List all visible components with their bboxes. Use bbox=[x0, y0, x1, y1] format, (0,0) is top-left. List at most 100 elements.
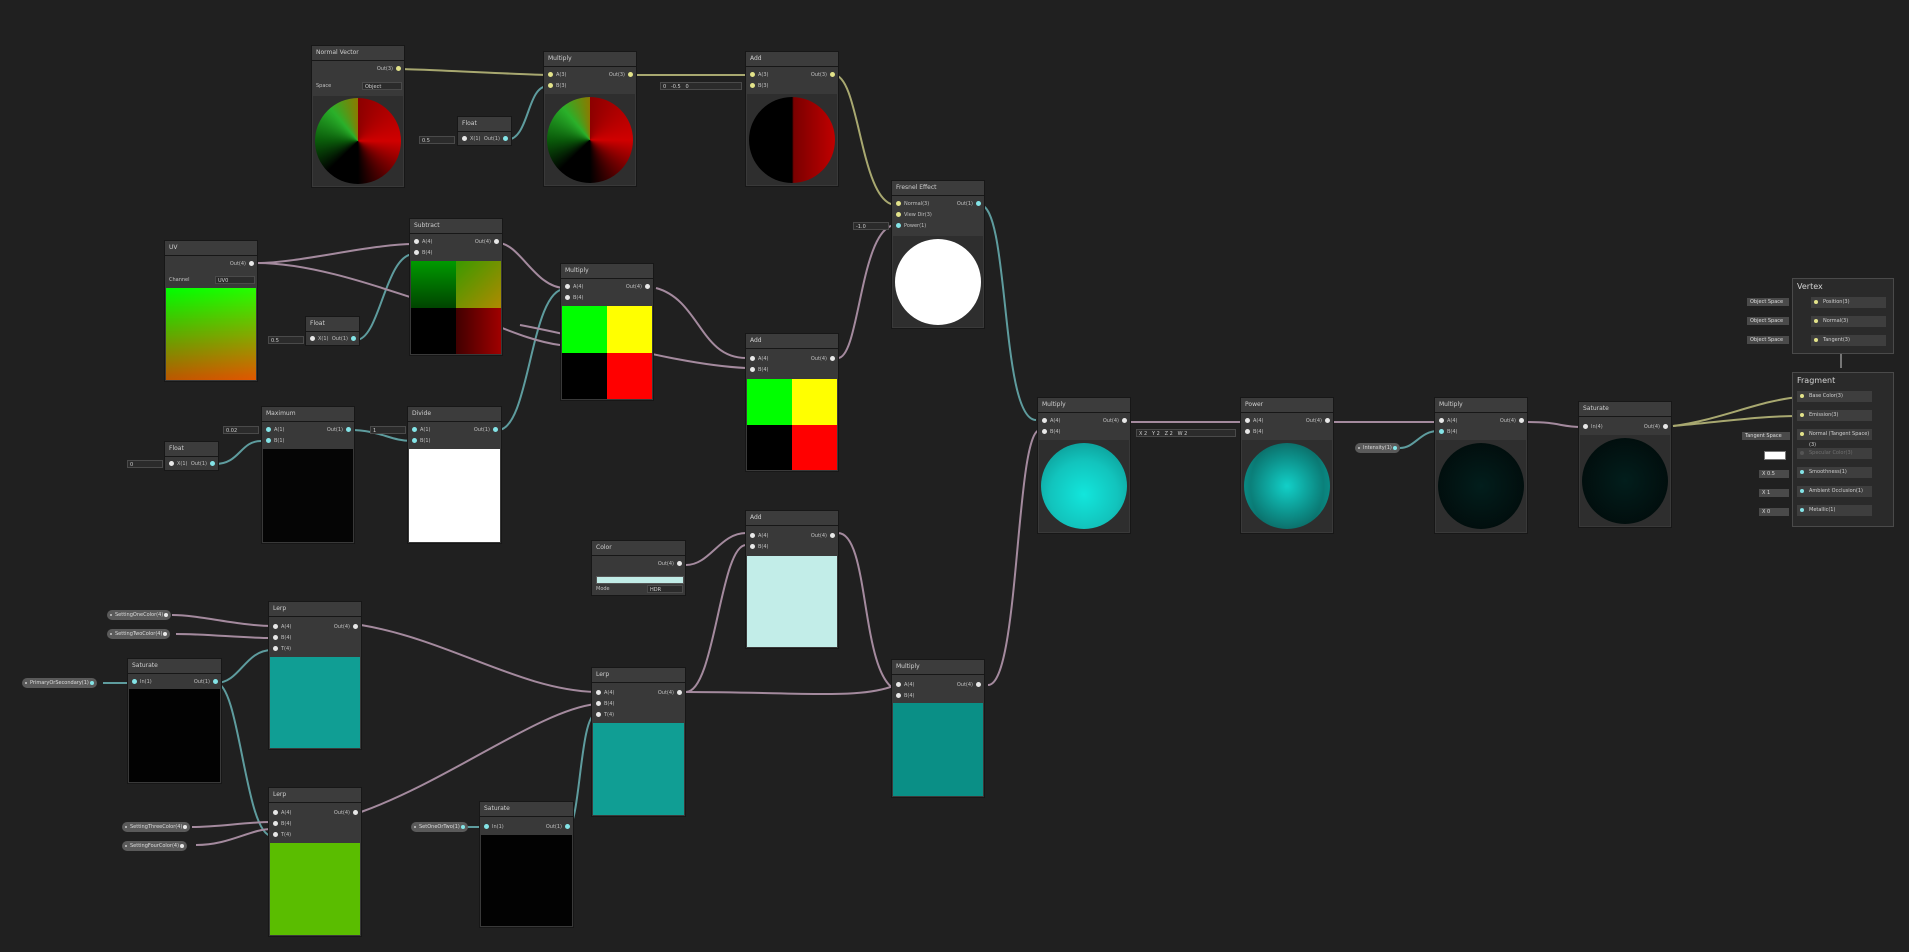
space-dropdown[interactable]: Object bbox=[362, 82, 402, 90]
property-setting-one-color[interactable]: SettingOneColor(4) bbox=[107, 610, 172, 620]
port-dot[interactable] bbox=[273, 832, 278, 837]
port-dot[interactable] bbox=[1519, 418, 1524, 423]
port-dot[interactable] bbox=[266, 427, 271, 432]
output-port[interactable]: Out(1) bbox=[331, 334, 359, 344]
input-t[interactable]: T(4) bbox=[269, 830, 309, 840]
port-dot[interactable] bbox=[645, 284, 650, 289]
input-b[interactable]: B(4) bbox=[269, 633, 309, 643]
input-a[interactable]: A(4) bbox=[746, 354, 786, 364]
multiply-node[interactable]: Multiply A(3) B(3) Out(3) bbox=[543, 51, 637, 187]
lerp-node[interactable]: Lerp A(4) B(4) T(4) Out(4) bbox=[591, 667, 686, 817]
lerp-node[interactable]: Lerp A(4) B(4) T(4) Out(4) bbox=[268, 601, 362, 750]
port-dot[interactable] bbox=[493, 427, 498, 432]
output-port[interactable]: Out(4) bbox=[798, 531, 838, 541]
input-a[interactable]: A(4) bbox=[1241, 416, 1281, 426]
vertex-context[interactable]: Vertex Position(3) Normal(3) Tangent(3) bbox=[1792, 278, 1894, 354]
power-node[interactable]: Power A(4) B(4) Out(4) bbox=[1240, 397, 1334, 534]
input-t[interactable]: T(4) bbox=[592, 710, 632, 720]
multiply-node[interactable]: Multiply A(4) B(4) Out(4) bbox=[560, 263, 654, 401]
output-port[interactable]: Out(3) bbox=[798, 70, 838, 80]
input-a[interactable]: A(4) bbox=[746, 531, 786, 541]
port-dot[interactable] bbox=[169, 461, 174, 466]
port-dot[interactable] bbox=[896, 682, 901, 687]
float-value-field[interactable]: 0.5 bbox=[268, 336, 304, 344]
normal-vector-node[interactable]: Normal Vector Out(3) Space Object bbox=[311, 45, 405, 188]
input-port[interactable]: In(1) bbox=[480, 822, 515, 832]
input-normal[interactable]: Normal(3) bbox=[892, 199, 937, 209]
port-dot[interactable] bbox=[750, 83, 755, 88]
saturate-node[interactable]: Saturate In(1) Out(1) bbox=[479, 801, 574, 928]
input-port[interactable]: In(1) bbox=[128, 677, 163, 687]
smoothness-field[interactable]: X 0.5 bbox=[1759, 470, 1789, 478]
port-dot[interactable] bbox=[565, 824, 570, 829]
add-node[interactable]: Add A(3) B(3) Out(3) bbox=[745, 51, 839, 187]
power-b-field[interactable]: X 2 Y 2 Z 2 W 2 bbox=[1136, 429, 1236, 437]
input-a[interactable]: A(4) bbox=[269, 622, 309, 632]
color-swatch[interactable] bbox=[596, 576, 684, 584]
add-b-field[interactable]: 0 -0.5 0 bbox=[660, 82, 742, 90]
subtract-node[interactable]: Subtract A(4) B(4) Out(4) bbox=[409, 218, 503, 356]
port-dot[interactable] bbox=[273, 635, 278, 640]
vertex-slot-normal[interactable]: Normal(3) bbox=[1811, 316, 1886, 327]
saturate-node[interactable]: Saturate In(4) Out(4) bbox=[1578, 401, 1672, 528]
port-dot[interactable] bbox=[266, 438, 271, 443]
port-dot[interactable] bbox=[548, 83, 553, 88]
port-dot[interactable] bbox=[1814, 338, 1818, 342]
output-port[interactable]: Out(1) bbox=[949, 199, 984, 209]
vertex-tangent-space[interactable]: Object Space bbox=[1747, 336, 1789, 344]
port-dot[interactable] bbox=[1800, 508, 1804, 512]
port-dot[interactable] bbox=[1439, 418, 1444, 423]
mode-dropdown[interactable]: HDR bbox=[647, 585, 683, 593]
port-dot[interactable] bbox=[565, 295, 570, 300]
input-power[interactable]: Power(1) bbox=[892, 221, 937, 231]
input-b[interactable]: B(4) bbox=[1435, 427, 1475, 437]
port-dot[interactable] bbox=[750, 544, 755, 549]
port-dot[interactable] bbox=[89, 681, 94, 685]
input-a[interactable]: A(4) bbox=[592, 688, 632, 698]
add-node[interactable]: Add A(4) B(4) Out(4) bbox=[745, 510, 839, 649]
fragment-slot-metallic[interactable]: Metallic(1) bbox=[1797, 505, 1872, 516]
divide-a-field[interactable]: 1 bbox=[370, 426, 406, 434]
port-dot[interactable] bbox=[677, 690, 682, 695]
port-dot[interactable] bbox=[412, 427, 417, 432]
maximum-node[interactable]: Maximum A(1) B(1) Out(1) bbox=[261, 406, 355, 544]
port-dot[interactable] bbox=[628, 72, 633, 77]
port-dot[interactable] bbox=[830, 356, 835, 361]
port-dot[interactable] bbox=[503, 136, 508, 141]
output-port[interactable]: Out(1) bbox=[538, 822, 573, 832]
port-dot[interactable] bbox=[1245, 429, 1250, 434]
uv-node[interactable]: UV Out(4) Channel UV0 bbox=[164, 240, 258, 382]
multiply-node[interactable]: Multiply A(4) B(4) Out(4) bbox=[891, 659, 985, 798]
divide-node[interactable]: Divide A(1) B(1) Out(1) bbox=[407, 406, 502, 544]
fragment-normal-space[interactable]: Tangent Space bbox=[1742, 432, 1790, 440]
port-dot[interactable] bbox=[462, 136, 467, 141]
ambient-occlusion-field[interactable]: X 1 bbox=[1759, 489, 1789, 497]
port-dot[interactable] bbox=[183, 825, 188, 829]
port-dot[interactable] bbox=[414, 239, 419, 244]
fragment-context[interactable]: Fragment Base Color(3) Emission(3) Norma… bbox=[1792, 372, 1894, 527]
output-port[interactable]: Out(4) bbox=[798, 354, 838, 364]
input-b[interactable]: B(3) bbox=[544, 81, 584, 91]
port-dot[interactable] bbox=[896, 212, 901, 217]
port-dot[interactable] bbox=[1800, 413, 1804, 417]
input-a[interactable]: A(3) bbox=[544, 70, 584, 80]
multiply-node[interactable]: Multiply A(4) B(4) Out(4) bbox=[1434, 397, 1528, 534]
port-dot[interactable] bbox=[896, 201, 901, 206]
port-dot[interactable] bbox=[273, 821, 278, 826]
output-port[interactable]: Out(4) bbox=[1090, 416, 1130, 426]
lerp-node[interactable]: Lerp A(4) B(4) T(4) Out(4) bbox=[268, 787, 362, 937]
port-dot[interactable] bbox=[1800, 432, 1804, 436]
port-dot[interactable] bbox=[346, 427, 351, 432]
fragment-slot-ambient-occlusion[interactable]: Ambient Occlusion(1) bbox=[1797, 486, 1872, 497]
port-dot[interactable] bbox=[596, 690, 601, 695]
port-dot[interactable] bbox=[677, 561, 682, 566]
input-port[interactable]: X(1) bbox=[458, 134, 483, 144]
port-dot[interactable] bbox=[494, 239, 499, 244]
property-setting-four-color[interactable]: SettingFourColor(4) bbox=[122, 841, 188, 851]
fragment-slot-specular[interactable]: Specular Color(3) bbox=[1797, 448, 1872, 459]
port-dot[interactable] bbox=[1439, 429, 1444, 434]
port-dot[interactable] bbox=[132, 679, 137, 684]
input-a[interactable]: A(3) bbox=[746, 70, 786, 80]
port-dot[interactable] bbox=[213, 679, 218, 684]
fragment-slot-smoothness[interactable]: Smoothness(1) bbox=[1797, 467, 1872, 478]
